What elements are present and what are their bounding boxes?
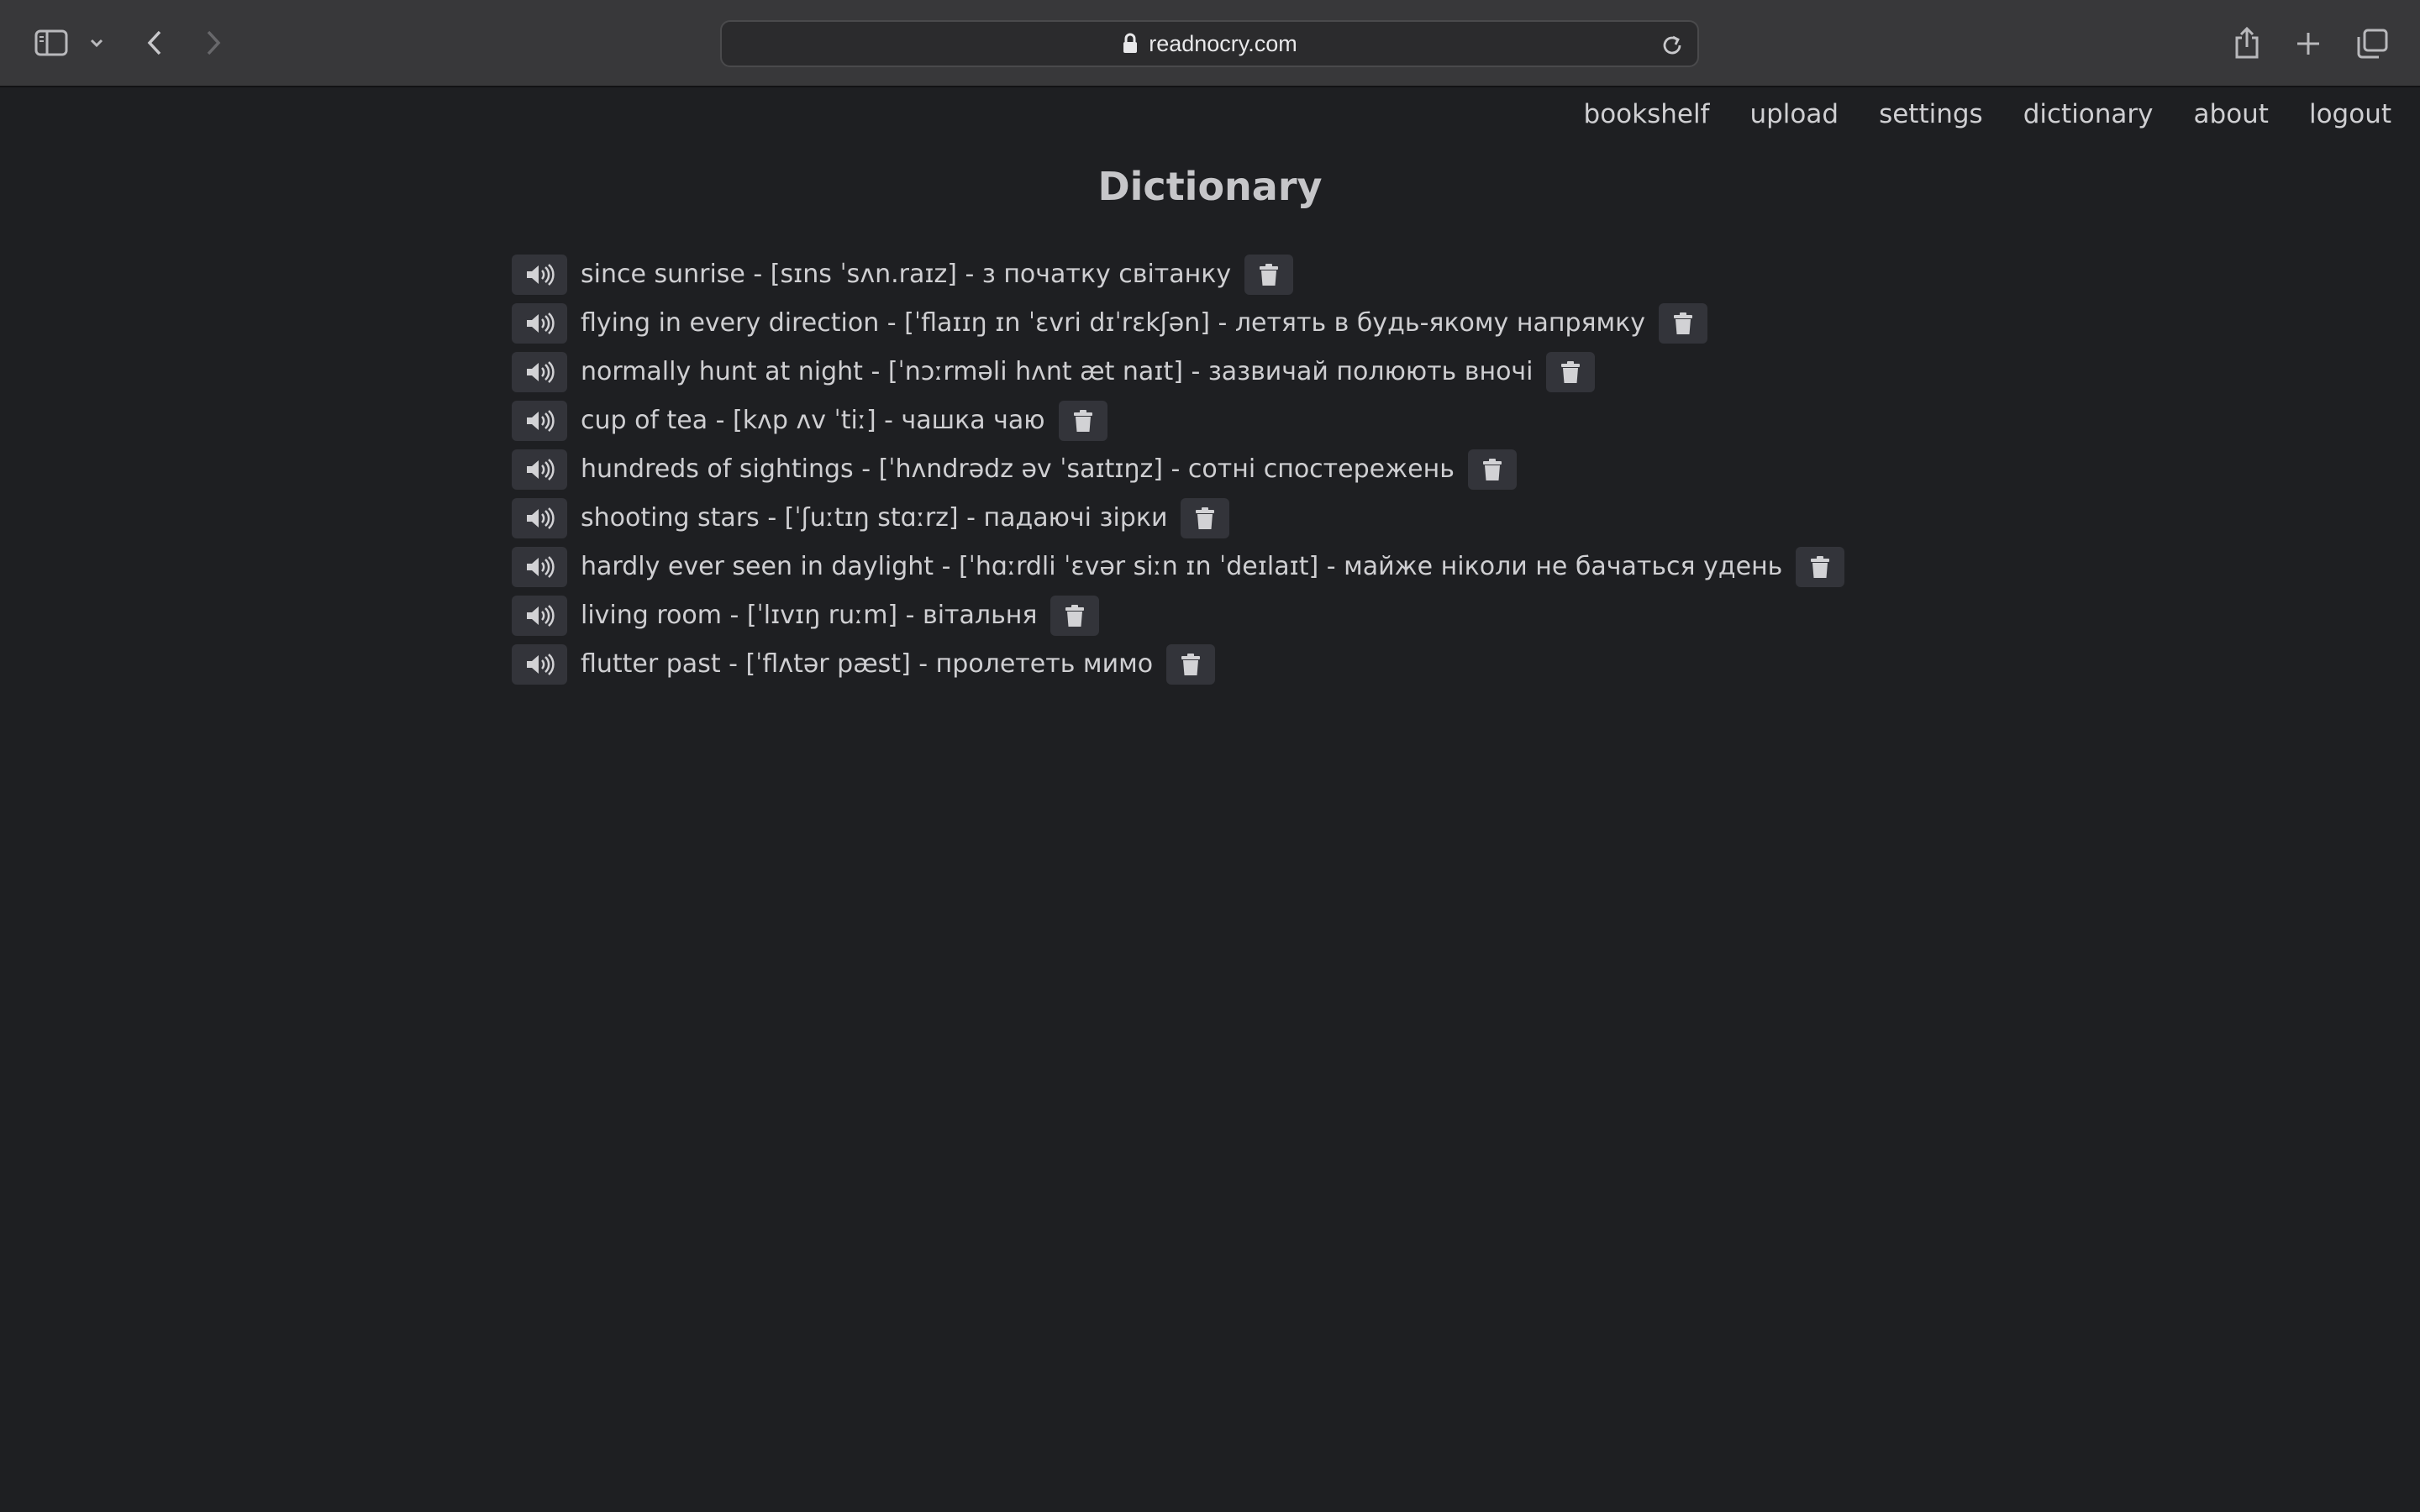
speaker-icon: [527, 264, 555, 286]
dictionary-entry: hundreds of sightings - [ˈhʌndrədz əv ˈs…: [512, 445, 1844, 494]
lock-icon: [1122, 33, 1139, 55]
nav-about[interactable]: about: [2194, 94, 2269, 134]
trash-icon: [1561, 361, 1581, 383]
page-title: Dictionary: [1097, 164, 1323, 209]
speaker-icon: [527, 556, 555, 578]
delete-entry-button[interactable]: [1058, 401, 1107, 441]
speaker-icon: [527, 361, 555, 383]
chevron-down-icon[interactable]: [87, 32, 106, 54]
dictionary-entry: since sunrise - [sɪns ˈsʌn.raɪz] - з поч…: [512, 250, 1844, 299]
address-url: readnocry.com: [1149, 30, 1297, 56]
play-pronunciation-button[interactable]: [512, 255, 567, 295]
entry-text: hardly ever seen in daylight - [ˈhɑːrdli…: [581, 552, 1783, 581]
sidebar-icon[interactable]: [32, 25, 71, 60]
dictionary-entry: shooting stars - [ˈʃuːtɪŋ stɑːrz] - пада…: [512, 494, 1844, 543]
trash-icon: [1260, 264, 1279, 286]
dictionary-entry: cup of tea - [kʌp ʌv ˈtiː] - чашка чаю: [512, 396, 1844, 445]
trash-icon: [1065, 605, 1085, 627]
nav-bookshelf[interactable]: bookshelf: [1584, 94, 1710, 134]
site-nav: bookshelf upload settings dictionary abo…: [1544, 94, 2391, 134]
play-pronunciation-button[interactable]: [512, 449, 567, 490]
browser-toolbar: readnocry.com: [0, 0, 2420, 87]
dictionary-entry: hardly ever seen in daylight - [ˈhɑːrdli…: [512, 543, 1845, 591]
play-pronunciation-button[interactable]: [512, 352, 567, 392]
chevron-right-icon[interactable]: [198, 25, 229, 60]
nav-settings[interactable]: settings: [1879, 94, 1983, 134]
speaker-icon: [527, 605, 555, 627]
trash-icon: [1674, 312, 1693, 334]
play-pronunciation-button[interactable]: [512, 401, 567, 441]
dictionary-entry: living room - [ˈlɪvɪŋ ruːm] - вітальня: [512, 591, 1844, 640]
entry-text: hundreds of sightings - [ˈhʌndrədz əv ˈs…: [581, 454, 1455, 484]
nav-upload[interactable]: upload: [1749, 94, 1839, 134]
speaker-icon: [527, 507, 555, 529]
reload-icon[interactable]: [1659, 32, 1686, 59]
dictionary-entry: normally hunt at night - [ˈnɔːrməli hʌnt…: [512, 348, 1844, 396]
speaker-icon: [527, 312, 555, 334]
delete-entry-button[interactable]: [1796, 547, 1845, 587]
entry-text: normally hunt at night - [ˈnɔːrməli hʌnt…: [581, 357, 1534, 386]
entry-text: flying in every direction - [ˈflaɪɪŋ ɪn …: [581, 308, 1646, 338]
play-pronunciation-button[interactable]: [512, 547, 567, 587]
plus-icon[interactable]: [2291, 27, 2326, 60]
trash-icon: [1181, 654, 1201, 675]
tabs-overview-icon[interactable]: [2353, 25, 2391, 62]
dictionary-entry: flutter past - [ˈflʌtər pæst] - пролетет…: [512, 640, 1844, 689]
speaker-icon: [527, 459, 555, 480]
play-pronunciation-button[interactable]: [512, 596, 567, 636]
speaker-icon: [527, 410, 555, 432]
trash-icon: [1196, 507, 1215, 529]
delete-entry-button[interactable]: [1467, 449, 1517, 490]
nav-logout[interactable]: logout: [2309, 94, 2391, 134]
speaker-icon: [527, 654, 555, 675]
entry-text: living room - [ˈlɪvɪŋ ruːm] - вітальня: [581, 601, 1038, 630]
dictionary-entry: flying in every direction - [ˈflaɪɪŋ ɪn …: [512, 299, 1844, 348]
trash-icon: [1811, 556, 1830, 578]
dictionary-list: since sunrise - [sɪns ˈsʌn.raɪz] - з поч…: [512, 250, 1845, 689]
chevron-left-icon[interactable]: [139, 25, 170, 60]
entry-text: since sunrise - [sɪns ˈsʌn.raɪz] - з поч…: [581, 260, 1232, 289]
entry-text: shooting stars - [ˈʃuːtɪŋ stɑːrz] - пада…: [581, 503, 1168, 533]
play-pronunciation-button[interactable]: [512, 303, 567, 344]
nav-dictionary[interactable]: dictionary: [2023, 94, 2154, 134]
delete-entry-button[interactable]: [1546, 352, 1596, 392]
play-pronunciation-button[interactable]: [512, 644, 567, 685]
delete-entry-button[interactable]: [1181, 498, 1230, 538]
trash-icon: [1482, 459, 1502, 480]
delete-entry-button[interactable]: [1166, 644, 1216, 685]
entry-text: cup of tea - [kʌp ʌv ˈtiː] - чашка чаю: [581, 406, 1045, 435]
delete-entry-button[interactable]: [1050, 596, 1100, 636]
address-bar[interactable]: readnocry.com: [720, 20, 1699, 67]
share-icon[interactable]: [2228, 24, 2265, 62]
delete-entry-button[interactable]: [1244, 255, 1294, 295]
entry-text: flutter past - [ˈflʌtər pæst] - пролетет…: [581, 649, 1154, 679]
delete-entry-button[interactable]: [1659, 303, 1708, 344]
play-pronunciation-button[interactable]: [512, 498, 567, 538]
trash-icon: [1073, 410, 1092, 432]
